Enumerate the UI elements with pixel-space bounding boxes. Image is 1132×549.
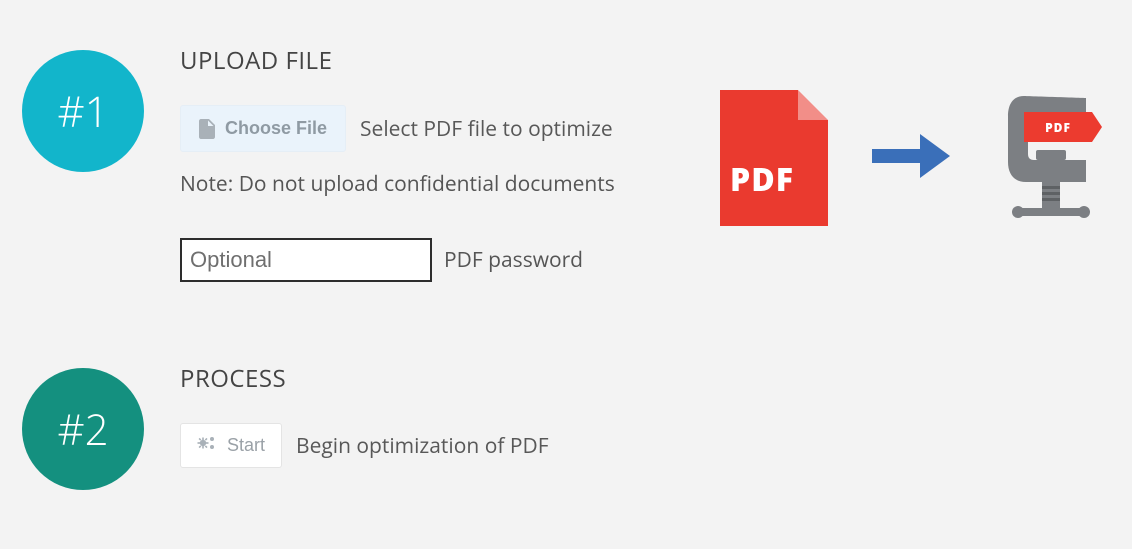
choose-file-label: Choose File	[225, 118, 327, 139]
start-row: Start Begin optimization of PDF	[180, 423, 1132, 468]
step-1-badge: #1	[22, 50, 144, 172]
compress-clamp-icon: PDF	[994, 88, 1104, 228]
cogs-icon	[197, 434, 217, 457]
step-1-number: #1	[57, 83, 108, 140]
start-button[interactable]: Start	[180, 423, 282, 468]
pdf-file-icon: PDF	[720, 90, 828, 226]
choose-file-button[interactable]: Choose File	[180, 105, 346, 152]
clamp-pdf-tag: PDF	[1024, 112, 1092, 142]
step-2-number: #2	[57, 401, 108, 458]
password-label: PDF password	[444, 246, 583, 274]
password-input[interactable]	[180, 238, 432, 282]
pdf-label: PDF	[730, 158, 794, 201]
password-row: PDF password	[180, 238, 1132, 282]
start-label: Start	[227, 435, 265, 456]
step-process: #2 PROCESS	[0, 282, 1132, 490]
clamp-pdf-label: PDF	[1045, 119, 1071, 136]
pdf-fold-corner	[798, 90, 828, 120]
start-hint: Begin optimization of PDF	[296, 432, 549, 460]
illustration: PDF PDF	[720, 88, 1104, 228]
process-title: PROCESS	[180, 362, 1132, 395]
choose-file-hint: Select PDF file to optimize	[360, 115, 613, 143]
file-upload-icon	[199, 119, 215, 139]
step-2-badge: #2	[22, 368, 144, 490]
arrow-right-icon	[868, 126, 954, 191]
step-2-content: PROCESS	[180, 362, 1132, 486]
upload-title: UPLOAD FILE	[180, 44, 1132, 77]
